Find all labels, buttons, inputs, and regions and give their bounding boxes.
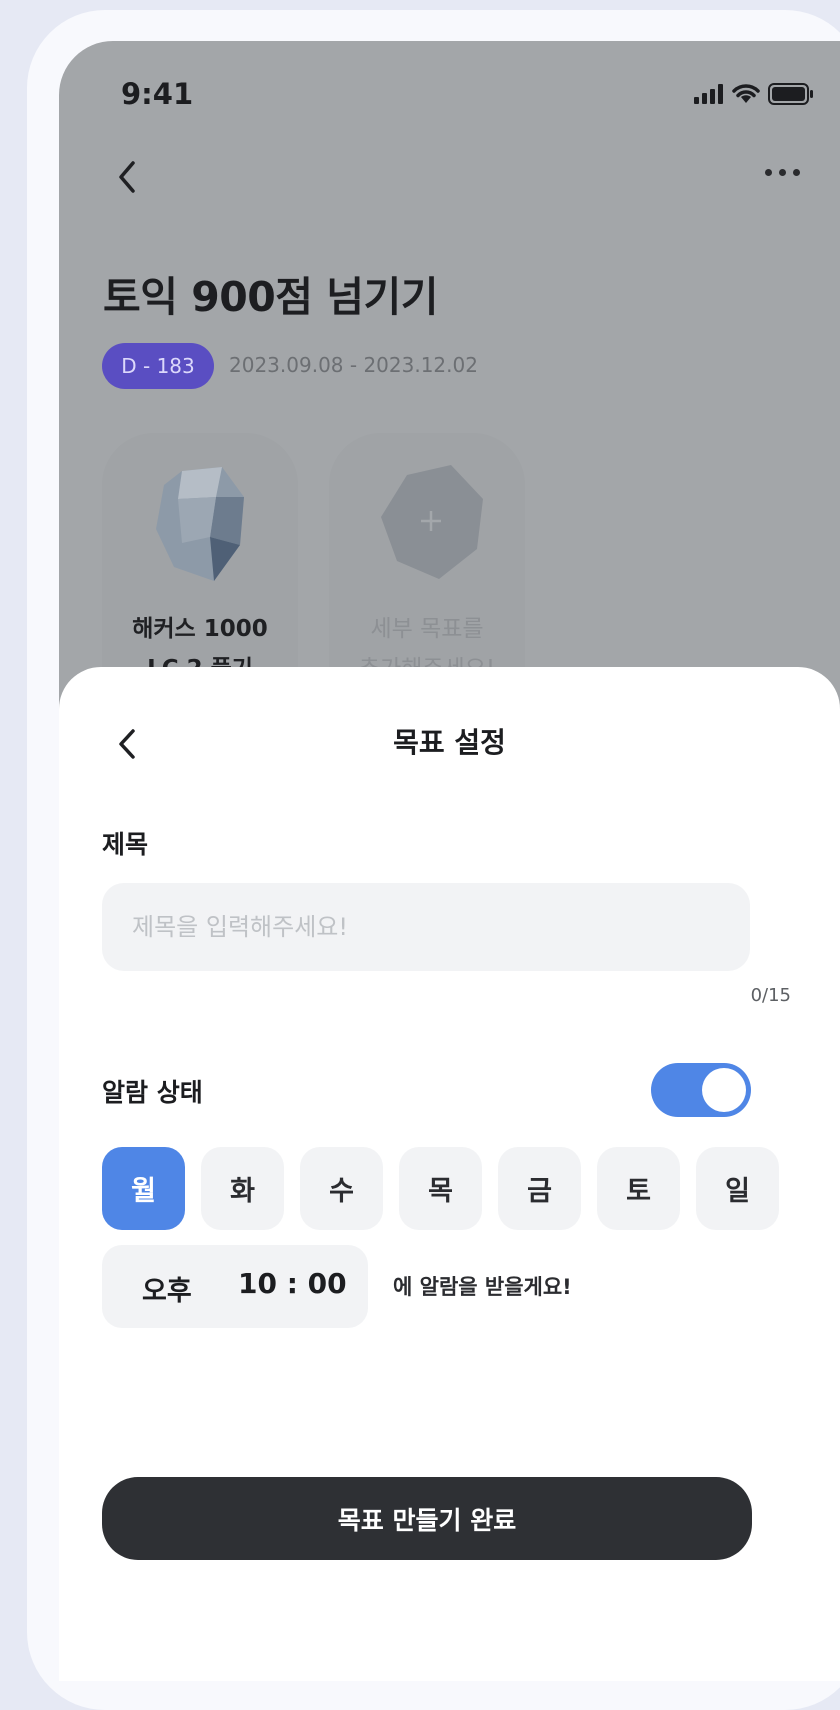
day-sat[interactable]: 토	[597, 1147, 680, 1230]
title-field-label: 제목	[102, 830, 149, 859]
add-stone-icon	[381, 465, 483, 579]
day-tue[interactable]: 화	[201, 1147, 284, 1230]
phone-screen: 9:41 토익 900점 넘기기 D - 183 2023.09.08 - 20…	[59, 41, 840, 1681]
time-ampm: 오후	[142, 1276, 192, 1307]
alarm-time-picker[interactable]: 오후 10 : 00	[102, 1245, 368, 1328]
more-options-icon[interactable]	[765, 169, 800, 176]
create-goal-button[interactable]: 목표 만들기 완료	[102, 1477, 752, 1560]
char-count: 0/15	[750, 985, 791, 1006]
day-mon[interactable]: 월	[102, 1147, 185, 1230]
add-sub-goal-label: 세부 목표를	[370, 616, 484, 642]
status-time: 9:41	[121, 77, 194, 111]
battery-icon	[768, 83, 813, 105]
stone-icon	[156, 467, 244, 581]
time-value: 10 : 00	[238, 1267, 347, 1300]
day-sun[interactable]: 일	[696, 1147, 779, 1230]
goal-title: 토익 900점 넘기기	[103, 273, 438, 321]
wifi-icon	[732, 84, 760, 103]
day-fri[interactable]: 금	[498, 1147, 581, 1230]
alarm-toggle[interactable]	[651, 1063, 751, 1117]
title-input[interactable]	[102, 883, 750, 971]
day-wed[interactable]: 수	[300, 1147, 383, 1230]
d-day-badge: D - 183	[102, 343, 214, 389]
alarm-status-label: 알람 상태	[102, 1078, 203, 1107]
sheet-title: 목표 설정	[393, 726, 506, 759]
sub-goal-label: 해커스 1000	[132, 616, 268, 642]
alarm-time-suffix: 에 알람을 받을게요!	[393, 1275, 572, 1299]
signal-icon	[694, 84, 723, 104]
goal-period: 2023.09.08 - 2023.12.02	[229, 353, 478, 377]
status-icons	[694, 83, 814, 105]
goal-setting-sheet: 목표 설정 제목 0/15 알람 상태 월 화 수 목 금 토 일 오후 10 …	[59, 667, 840, 1681]
day-thu[interactable]: 목	[399, 1147, 482, 1230]
back-icon[interactable]	[109, 157, 145, 197]
weekday-selector: 월 화 수 목 금 토 일	[102, 1147, 779, 1230]
